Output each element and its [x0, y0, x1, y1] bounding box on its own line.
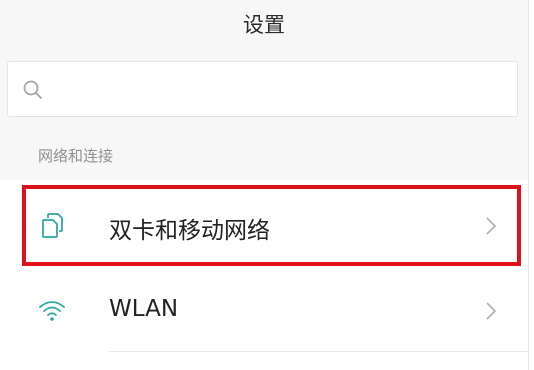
list-divider — [109, 351, 528, 352]
section-header-network: 网络和连接 — [38, 147, 114, 165]
page-title: 设置 — [243, 12, 285, 37]
dual-sim-icon — [42, 213, 63, 238]
chevron-right-icon — [486, 217, 497, 235]
search-input[interactable] — [7, 61, 518, 117]
list-item-dual-sim[interactable]: 双卡和移动网络 — [0, 180, 528, 272]
settings-screen: 设置 网络和连接 双卡和移动网络 WLAN — [0, 0, 529, 370]
title-bar: 设置 — [0, 0, 528, 47]
list-item-wlan[interactable]: WLAN — [0, 272, 528, 370]
wlan-label: WLAN — [109, 296, 179, 322]
wifi-icon — [39, 301, 65, 321]
right-edge — [529, 0, 534, 370]
search-icon — [23, 80, 42, 99]
dual-sim-label: 双卡和移动网络 — [109, 218, 270, 244]
chevron-right-icon — [486, 302, 497, 320]
